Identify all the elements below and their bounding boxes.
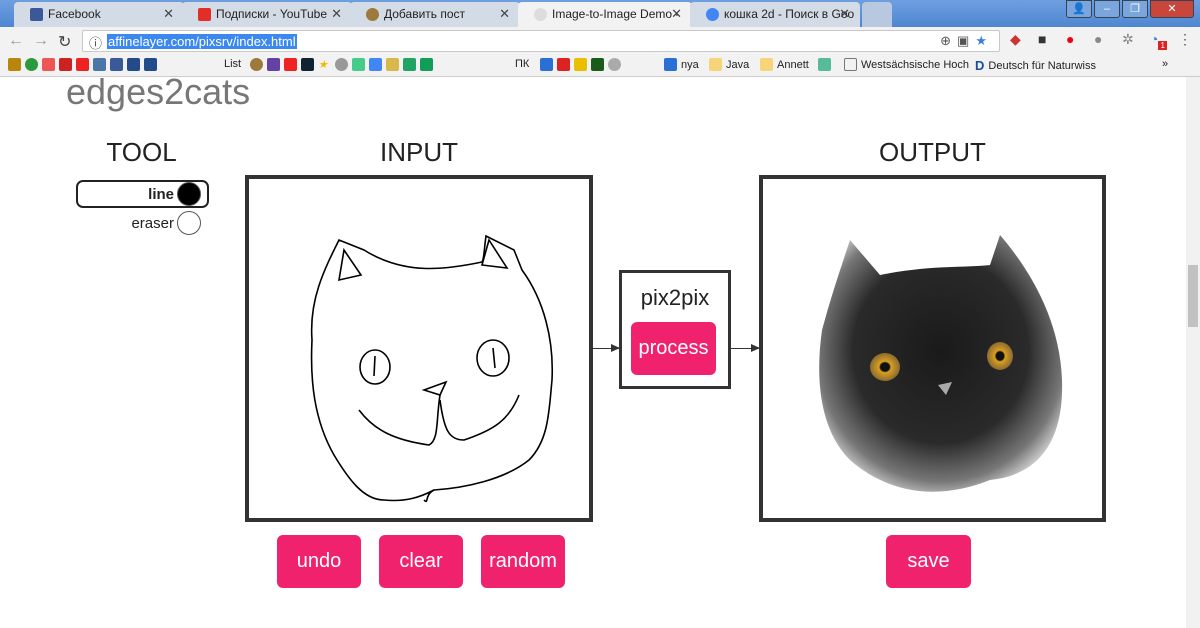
- folder-icon: [760, 58, 773, 71]
- close-tab-icon[interactable]: ✕: [839, 6, 850, 22]
- settings-extension-icon[interactable]: ✲: [1122, 31, 1134, 48]
- close-tab-icon[interactable]: ✕: [163, 6, 174, 22]
- youtube-icon: [198, 8, 211, 21]
- d-icon: D: [975, 58, 985, 73]
- forward-button[interactable]: →: [33, 32, 49, 50]
- random-button[interactable]: random: [481, 535, 565, 588]
- bookmark-pk[interactable]: ПК: [515, 58, 529, 70]
- tool-eraser-option[interactable]: eraser: [76, 210, 209, 236]
- scrollbar-thumb[interactable]: [1188, 265, 1198, 327]
- tab-label: Image-to-Image Demo -: [552, 7, 680, 21]
- bookmark-label: Deutsch für Naturwiss: [988, 59, 1096, 72]
- minimize-button[interactable]: –: [1094, 0, 1120, 18]
- close-tab-icon[interactable]: ✕: [331, 6, 342, 22]
- bookmark-label: Westsächsische Hoch: [861, 58, 970, 71]
- bookmark-folder-java[interactable]: Java: [709, 58, 749, 71]
- browser-toolbar: ← → ↻ ⓘ affinelayer.com/pixsrv/index.htm…: [0, 27, 1200, 55]
- translate-icon[interactable]: ▣: [957, 33, 975, 48]
- address-bar[interactable]: ⓘ affinelayer.com/pixsrv/index.html ⊕▣★: [82, 30, 1000, 52]
- save-button[interactable]: save: [886, 535, 971, 588]
- clear-button[interactable]: clear: [379, 535, 463, 588]
- extension-icon[interactable]: ■: [1038, 31, 1046, 47]
- extension-icon[interactable]: ◔ 1: [1150, 31, 1167, 50]
- bookmark-label: nya: [681, 58, 699, 71]
- tab-youtube[interactable]: Подписки - YouTube ✕: [182, 2, 352, 27]
- google-icon: [706, 8, 719, 21]
- tab-label: Подписки - YouTube: [216, 7, 328, 21]
- skype-icon[interactable]: ●: [1094, 31, 1102, 47]
- tab-label: Facebook: [48, 7, 101, 21]
- radio-selected-icon: [177, 182, 201, 206]
- tab-facebook[interactable]: Facebook ✕: [14, 2, 184, 27]
- url-text[interactable]: affinelayer.com/pixsrv/index.html: [107, 34, 297, 49]
- close-tab-icon[interactable]: ✕: [499, 6, 510, 22]
- back-button[interactable]: ←: [8, 32, 24, 50]
- extension-icon[interactable]: ◆: [1010, 31, 1021, 48]
- bookmark-label: Annett: [777, 58, 809, 71]
- process-button[interactable]: process: [631, 322, 716, 375]
- bookmarks-overflow[interactable]: »: [1162, 58, 1168, 70]
- opera-icon[interactable]: ●: [1066, 31, 1074, 47]
- bookmark-android[interactable]: [818, 58, 831, 71]
- tab-label: кошка 2d - Поиск в Goo: [724, 7, 855, 21]
- model-label: pix2pix: [640, 285, 710, 310]
- extension-badge: 1: [1158, 40, 1167, 50]
- tool-option-label: line: [148, 185, 174, 203]
- bookmark-deutsch[interactable]: D Deutsch für Naturwiss: [975, 58, 1096, 73]
- tab-bar: Facebook ✕ Подписки - YouTube ✕ Добавить п…: [0, 0, 1200, 27]
- new-tab-button[interactable]: [862, 2, 892, 27]
- user-icon[interactable]: 👤: [1066, 0, 1092, 18]
- output-image: [759, 175, 1106, 522]
- zoom-icon[interactable]: ⊕: [940, 33, 957, 48]
- page-content: edges2cats TOOL line eraser INPUT undo c…: [0, 71, 1186, 628]
- tab-add-post[interactable]: Добавить пост ✕: [350, 2, 520, 27]
- page-icon: [844, 58, 857, 71]
- tool-option-label: eraser: [131, 214, 174, 232]
- bookmark-list[interactable]: List: [224, 58, 241, 70]
- arrow-to-model: [593, 344, 620, 352]
- generated-cat-image: [819, 235, 1063, 492]
- reload-button[interactable]: ↻: [58, 32, 71, 52]
- cat-sketch: [310, 234, 554, 503]
- bookmark-folder-annett[interactable]: Annett: [760, 58, 809, 71]
- bookmark-icons[interactable]: ★: [250, 58, 433, 71]
- bookmark-icons[interactable]: [540, 58, 621, 71]
- app-title: edges2cats: [66, 71, 251, 112]
- close-window-button[interactable]: ✕: [1150, 0, 1194, 18]
- tab-label: Добавить пост: [384, 7, 466, 21]
- tab-google-search[interactable]: кошка 2d - Поиск в Goo ✕: [690, 2, 860, 27]
- site-icon: [366, 8, 379, 21]
- bookmark-label: Java: [726, 58, 750, 71]
- undo-button[interactable]: undo: [277, 535, 361, 588]
- facebook-icon: [30, 8, 43, 21]
- maximize-button[interactable]: ❐: [1122, 0, 1148, 18]
- overflow-label: »: [1162, 58, 1169, 70]
- arrow-to-output: [731, 344, 760, 352]
- close-tab-icon[interactable]: ✕: [671, 6, 682, 22]
- bookmark-label: ПК: [515, 58, 530, 70]
- menu-icon[interactable]: ⋮: [1178, 31, 1192, 48]
- input-canvas[interactable]: [245, 175, 593, 522]
- input-heading: INPUT: [380, 137, 458, 167]
- radio-unselected-icon: [177, 211, 201, 235]
- bookmark-icons[interactable]: [8, 58, 157, 71]
- bookmark-label: List: [224, 58, 242, 70]
- bookmark-star-icon[interactable]: ★: [975, 33, 993, 48]
- tool-line-option[interactable]: line: [76, 180, 209, 208]
- output-heading: OUTPUT: [879, 137, 986, 167]
- tab-image-to-image[interactable]: Image-to-Image Demo - ✕: [518, 2, 692, 27]
- tool-heading: TOOL: [106, 137, 177, 167]
- page-scrollbar[interactable]: [1186, 77, 1200, 628]
- info-icon[interactable]: ⓘ: [89, 33, 102, 52]
- bookmark-westsaechsische[interactable]: Westsächsische Hoch: [844, 58, 969, 71]
- site-icon: [534, 8, 547, 21]
- folder-icon: [709, 58, 722, 71]
- bookmark-nya[interactable]: nya: [664, 58, 699, 71]
